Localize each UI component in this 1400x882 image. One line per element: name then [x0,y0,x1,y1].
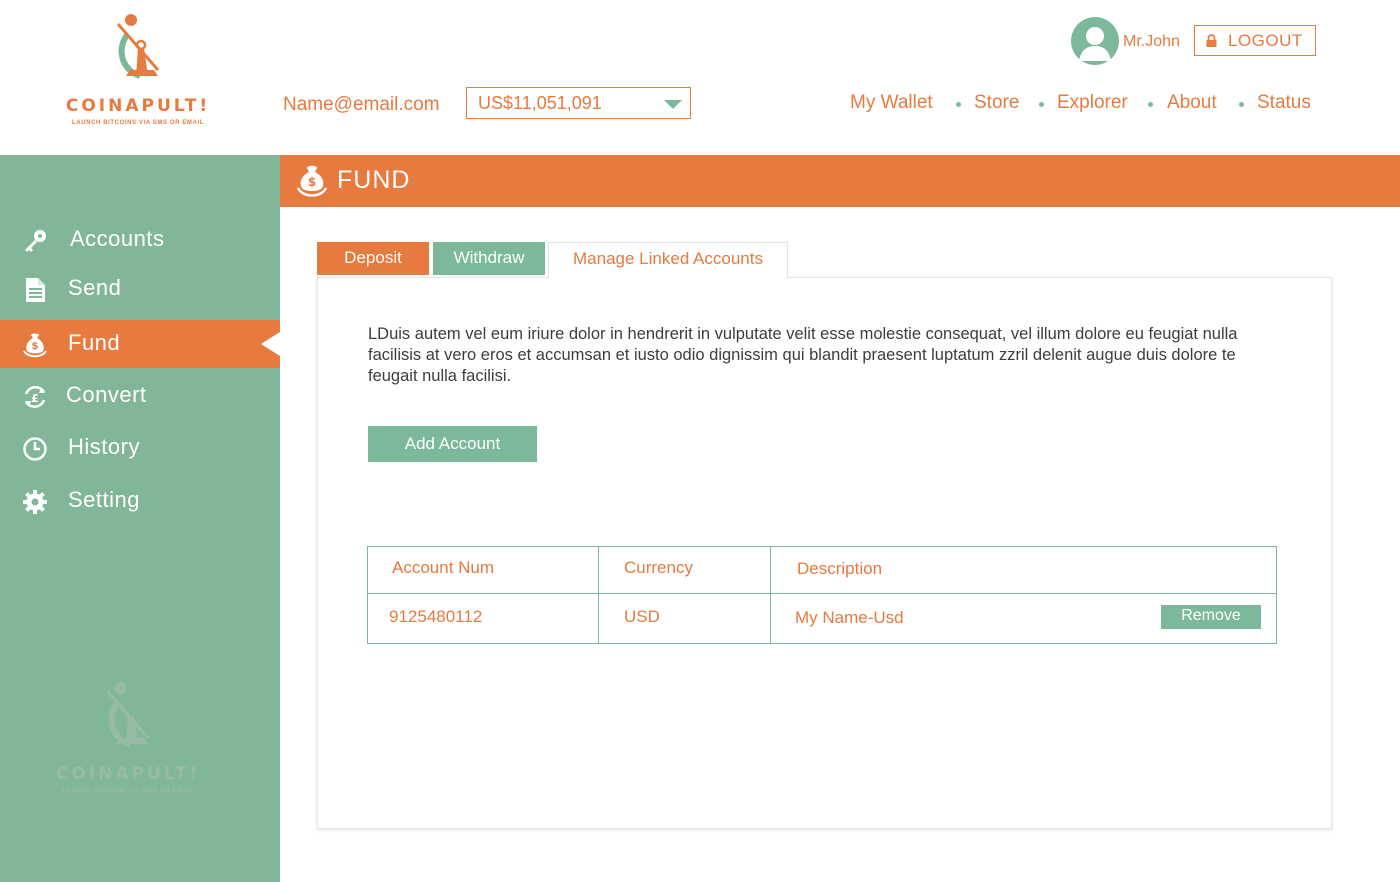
column-header-account-num: Account Num [392,558,495,577]
gear-icon [23,490,47,514]
sidebar-item-fund[interactable]: $ Fund [0,320,280,368]
key-icon [25,230,46,252]
remove-button[interactable]: Remove [1161,605,1261,629]
nav-explorer[interactable]: Explorer [1057,92,1128,114]
svg-text:£: £ [31,392,39,405]
nav-separator [956,102,961,107]
currency-cell: USD [624,607,660,626]
nav-status[interactable]: Status [1257,92,1311,114]
sidebar-item-label: Fund [68,330,121,355]
svg-text:$: $ [308,175,316,189]
add-account-button[interactable]: Add Account [368,426,537,462]
logout-button[interactable]: LOGOUT [1194,25,1316,56]
logout-label: LOGOUT [1228,31,1303,50]
table-divider [368,593,1276,594]
sidebar: Accounts Send $ Fund £ Convert History S… [0,155,280,882]
table-divider [598,547,599,643]
sidebar-item-label: Accounts [70,226,165,251]
account-num-cell: 9125480112 [389,607,483,626]
chevron-down-icon[interactable] [664,100,682,109]
column-header-description: Description [797,559,883,578]
balance-value: US$11,051,091 [478,93,602,113]
nav-about[interactable]: About [1167,92,1217,114]
description-text: LDuis autem vel eum iriure dolor in hend… [368,325,1238,385]
logo-tagline: LAUNCH BITCOINS VIA SMS OR EMAIL [62,788,194,794]
document-icon [26,278,45,302]
content-panel: LDuis autem vel eum iriure dolor in hend… [317,277,1332,829]
svg-text:$: $ [32,341,39,352]
clock-icon [23,437,47,461]
linked-accounts-table: Account Num Currency Description 9125480… [367,546,1277,644]
logo-tagline: LAUNCH BITCOINS VIA SMS OR EMAIL [72,120,204,126]
lock-icon [1206,34,1217,47]
sidebar-item-setting[interactable]: Setting [0,477,280,525]
sidebar-item-label: History [68,434,140,459]
table-divider [770,547,771,643]
page-header: $ FUND [280,155,1400,207]
tab-withdraw[interactable]: Withdraw [433,242,545,275]
active-indicator [261,332,280,356]
catapult-logo-icon [106,682,150,747]
sidebar-item-label: Convert [66,382,147,407]
column-header-currency: Currency [624,558,693,577]
sidebar-item-label: Send [68,275,122,300]
currency-exchange-icon: £ [24,385,46,409]
money-bag-icon: $ [296,165,328,197]
user-icon [1079,27,1111,61]
sidebar-item-send[interactable]: Send [0,265,280,313]
sidebar-item-history[interactable]: History [0,424,280,472]
username[interactable]: Mr.John [1123,33,1180,51]
catapult-logo-icon [116,14,160,79]
user-email: Name@email.com [283,94,440,115]
avatar[interactable] [1071,17,1119,65]
nav-my-wallet[interactable]: My Wallet [850,92,933,114]
tab-manage-linked-accounts[interactable]: Manage Linked Accounts [548,242,788,278]
sidebar-watermark-logo: COINAPULT! LAUNCH BITCOINS VIA SMS OR EM… [48,680,208,800]
sidebar-item-label: Setting [68,487,140,512]
page-title: FUND [337,166,411,194]
sidebar-item-accounts[interactable]: Accounts [0,216,280,264]
nav-separator [1148,102,1153,107]
header: COINAPULT! LAUNCH BITCOINS VIA SMS OR EM… [0,0,1400,155]
money-bag-icon: $ [23,333,47,358]
coinapult-logo[interactable]: COINAPULT! LAUNCH BITCOINS VIA SMS OR EM… [58,12,218,132]
nav-store[interactable]: Store [974,92,1019,114]
logo-wordmark: COINAPULT! [65,96,211,116]
sidebar-item-convert[interactable]: £ Convert [0,372,280,420]
description-cell: My Name-Usd [795,608,904,627]
logo-wordmark: COINAPULT! [55,764,201,784]
tab-deposit[interactable]: Deposit [317,242,429,275]
nav-separator [1239,102,1244,107]
nav-separator [1039,102,1044,107]
balance-dropdown[interactable]: US$11,051,091 [466,87,691,119]
